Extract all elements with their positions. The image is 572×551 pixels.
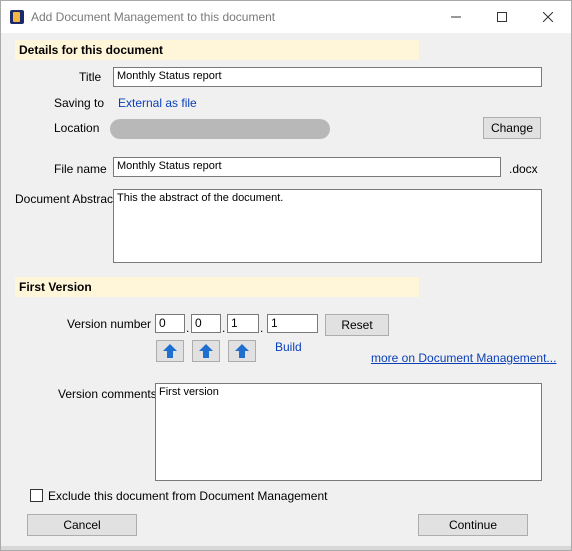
- up-arrow-icon: [199, 344, 213, 358]
- up-arrow-icon: [163, 344, 177, 358]
- location-label: Location: [54, 121, 100, 135]
- version-separator: .: [222, 321, 226, 335]
- saving-to-label: Saving to: [54, 96, 105, 110]
- increment-minor-button[interactable]: [192, 340, 220, 362]
- close-button[interactable]: [525, 1, 571, 33]
- location-progress-bar: [110, 119, 330, 139]
- version-minor-input[interactable]: 0: [191, 314, 221, 333]
- up-arrow-icon: [235, 344, 249, 358]
- file-extension: .docx: [509, 162, 538, 176]
- cancel-button[interactable]: Cancel: [27, 514, 137, 536]
- build-label: Build: [275, 340, 302, 354]
- increment-major-button[interactable]: [156, 340, 184, 362]
- minimize-button[interactable]: [433, 1, 479, 33]
- exclude-label: Exclude this document from Document Mana…: [48, 489, 328, 503]
- version-build-input[interactable]: 1: [267, 314, 318, 333]
- version-comments-textarea[interactable]: First version: [155, 383, 542, 481]
- continue-button[interactable]: Continue: [418, 514, 528, 536]
- version-number-label: Version number: [67, 317, 152, 331]
- change-button[interactable]: Change: [483, 117, 541, 139]
- increment-revision-button[interactable]: [228, 340, 256, 362]
- title-bar: Add Document Management to this document: [1, 1, 571, 33]
- dialog-window: Add Document Management to this document…: [0, 0, 572, 551]
- reset-button[interactable]: Reset: [325, 314, 389, 336]
- saving-to-value: External as file: [118, 96, 197, 110]
- exclude-checkbox[interactable]: [30, 489, 43, 502]
- more-doc-management-link[interactable]: more on Document Management...: [371, 351, 556, 365]
- version-separator: .: [186, 321, 190, 335]
- abstract-label: Document Abstract: [15, 192, 117, 206]
- window-title: Add Document Management to this document: [31, 10, 276, 24]
- details-section-header: Details for this document: [15, 40, 419, 60]
- filename-input[interactable]: Monthly Status report: [113, 157, 501, 177]
- maximize-icon: [497, 12, 507, 22]
- bottom-strip: [1, 546, 571, 550]
- close-icon: [543, 12, 553, 22]
- version-revision-input[interactable]: 1: [227, 314, 259, 333]
- title-input[interactable]: Monthly Status report: [113, 67, 542, 87]
- maximize-button[interactable]: [479, 1, 525, 33]
- version-major-input[interactable]: 0: [155, 314, 185, 333]
- minimize-icon: [451, 16, 461, 18]
- version-comments-label: Version comments: [58, 387, 157, 401]
- app-icon: [10, 10, 24, 24]
- title-label: Title: [79, 70, 102, 84]
- abstract-textarea[interactable]: This the abstract of the document.: [113, 189, 542, 263]
- filename-label: File name: [54, 162, 107, 176]
- version-separator: .: [260, 321, 264, 335]
- version-section-header: First Version: [15, 277, 419, 297]
